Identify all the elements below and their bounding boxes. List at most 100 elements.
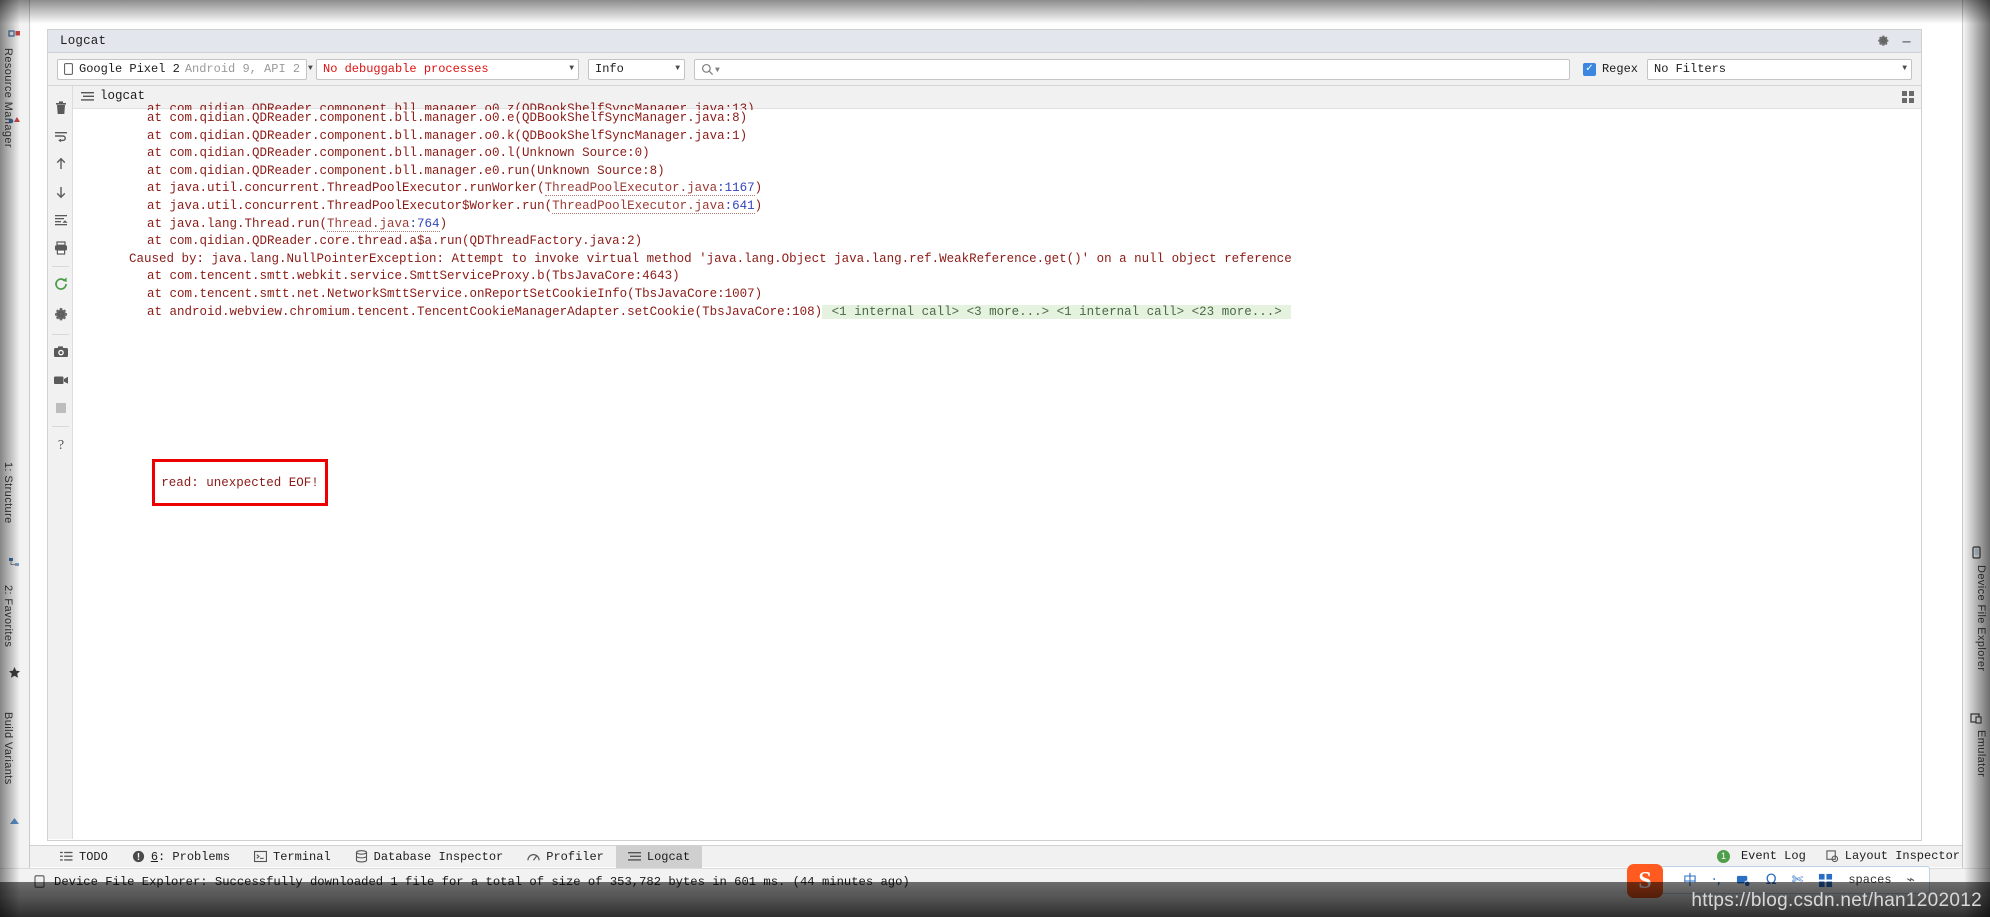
resource-manager-icon[interactable]	[8, 30, 21, 43]
restart-icon[interactable]	[53, 276, 69, 292]
event-log-button[interactable]: 1 Event Log	[1716, 845, 1806, 867]
sidebar-item-label: 2: Favorites	[2, 585, 14, 648]
logcat-toolbar: Google Pixel 2 Android 9, API 2 ▼ No deb…	[48, 53, 1921, 86]
sidebar-item-label: 1: Structure	[2, 462, 14, 524]
bottom-tab-6-problems[interactable]: 6: Problems	[120, 846, 242, 868]
event-log-label: Event Log	[1740, 849, 1806, 863]
log-line: at com.qidian.QDReader.component.bll.man…	[147, 128, 748, 143]
collapse-icon[interactable]	[53, 212, 69, 228]
right-tool-strip: Device File Explorer Emulator	[1962, 0, 1990, 885]
regex-checkbox[interactable]: ✓	[1582, 62, 1596, 76]
scroll-up-icon[interactable]	[53, 156, 69, 172]
bottom-tab-label: Terminal	[273, 849, 331, 864]
sidebar-item-structure[interactable]: 1: Structure	[2, 462, 14, 524]
logcat-icon	[81, 91, 94, 102]
svg-text:?: ?	[58, 438, 64, 452]
device-name: Google Pixel 2	[79, 62, 180, 76]
log-line: at com.tencent.smtt.net.NetworkSmttServi…	[147, 286, 763, 301]
favorites-star-icon[interactable]	[8, 666, 21, 679]
emulator-icon[interactable]	[1970, 712, 1983, 725]
search-input[interactable]: ▼	[694, 58, 1570, 80]
sidebar-item-label: Device File Explorer	[1975, 565, 1987, 672]
ime-mode-toggle[interactable]: 中	[1683, 870, 1697, 890]
log-line: at com.qidian.QDReader.component.bll.man…	[147, 102, 755, 110]
keyboard-icon[interactable]	[1818, 873, 1833, 888]
ime-punctuation-toggle[interactable]: ·,	[1712, 872, 1721, 888]
device-selector[interactable]: Google Pixel 2 Android 9, API 2 ▼	[57, 58, 313, 80]
settings-icon[interactable]	[53, 306, 69, 322]
search-dropdown-icon[interactable]: ▼	[715, 66, 720, 75]
structure-glyph-icon[interactable]	[8, 112, 21, 125]
bottom-tab-label: 6: Problems	[150, 849, 231, 864]
eof-annotation-text: read: unexpected EOF!	[161, 475, 319, 490]
device-api: Android 9, API 2	[184, 62, 301, 76]
screen-record-icon[interactable]	[53, 372, 69, 388]
sidebar-item-label: Build Variants	[2, 712, 14, 785]
logcat-body: ? logcat at com.qidian.QDReader.componen…	[48, 86, 1921, 839]
bottom-tab-database-inspector[interactable]: Database Inspector	[343, 846, 516, 868]
logcat-action-rail: ?	[48, 86, 73, 839]
omega-symbol-icon[interactable]: Ω	[1766, 872, 1777, 888]
build-variants-icon[interactable]	[8, 815, 21, 828]
scroll-down-icon[interactable]	[53, 184, 69, 200]
database-icon	[355, 850, 368, 863]
ime-lock-icon[interactable]: ⌁	[1907, 872, 1915, 888]
stacktrace-link[interactable]: ThreadPoolExecutor.java:1167	[544, 181, 755, 197]
bottom-tab-label: Profiler	[546, 849, 604, 864]
folded-frames-badge[interactable]: <1 internal call> <3 more...> <1 interna…	[822, 304, 1292, 319]
scissors-icon[interactable]: ✄	[1792, 872, 1804, 888]
chevron-down-icon: ▼	[569, 64, 574, 73]
regex-label: Regex	[1601, 62, 1638, 76]
log-line: at java.util.concurrent.ThreadPoolExecut…	[147, 198, 763, 214]
regex-toggle[interactable]: ✓ Regex	[1582, 62, 1638, 76]
bottom-tab-label: Logcat	[646, 849, 691, 864]
filter-selector[interactable]: No Filters ▼	[1647, 58, 1912, 80]
sogou-logo-icon[interactable]: S	[1627, 864, 1663, 898]
sidebar-item-build-variants[interactable]: Build Variants	[2, 712, 14, 785]
clear-logcat-icon[interactable]	[53, 100, 69, 116]
process-selector[interactable]: No debuggable processes ▼	[316, 58, 579, 80]
logcat-icon	[627, 851, 641, 862]
log-level-selector[interactable]: Info ▼	[588, 58, 685, 80]
stacktrace-link[interactable]: ThreadPoolExecutor.java:641	[552, 198, 755, 214]
sidebar-item-favorites[interactable]: 2: Favorites	[2, 585, 14, 647]
structure-icon[interactable]	[8, 556, 21, 569]
logcat-tool-window: Logcat Google Pixel 2 Android 9, API 2 ▼…	[47, 29, 1922, 841]
bottom-tool-tabbar: TODO 6: Problems Terminal Database Inspecto…	[30, 845, 1962, 868]
logcat-output-pane[interactable]: logcat at com.qidian.QDReader.component.…	[73, 86, 1921, 839]
minimize-icon[interactable]	[1900, 34, 1913, 47]
sidebar-item-resource-manager[interactable]: Resource Manager	[2, 48, 14, 148]
stop-icon[interactable]	[53, 400, 69, 416]
sidebar-item-device-file-explorer[interactable]: Device File Explorer	[1975, 565, 1987, 671]
todo-icon	[60, 850, 73, 863]
bottom-tab-terminal[interactable]: Terminal	[242, 846, 343, 868]
bottom-tab-todo[interactable]: TODO	[48, 846, 120, 868]
layout-inspector-button[interactable]: Layout Inspector	[1826, 845, 1960, 867]
sidebar-item-emulator[interactable]: Emulator	[1975, 730, 1987, 777]
phone-icon	[64, 63, 73, 75]
bottom-tab-logcat[interactable]: Logcat	[615, 845, 703, 868]
soft-wrap-icon[interactable]	[53, 128, 69, 144]
bottom-tab-label: Database Inspector	[373, 849, 504, 864]
chevron-down-icon: ▼	[675, 64, 680, 73]
filter-label: No Filters	[1654, 62, 1727, 76]
log-line-caused-by: Caused by: java.lang.NullPointerExceptio…	[129, 251, 1292, 266]
page-title: Logcat	[60, 34, 107, 48]
chevron-down-icon: ▼	[1902, 64, 1907, 73]
gear-icon[interactable]	[1877, 34, 1890, 47]
bottom-tab-profiler[interactable]: Profiler	[515, 846, 616, 868]
input-method-icon[interactable]	[1736, 873, 1751, 888]
device-file-explorer-icon[interactable]	[1970, 546, 1983, 559]
screenshot-icon[interactable]	[53, 344, 69, 360]
left-tool-strip: Resource Manager 1: Structure 2: Favorit…	[0, 0, 30, 885]
log-line: at com.tencent.smtt.webkit.service.SmttS…	[147, 269, 680, 284]
process-label: No debuggable processes	[323, 62, 489, 76]
log-line: at com.qidian.QDReader.component.bll.man…	[147, 111, 748, 125]
problems-icon	[132, 850, 145, 863]
stacktrace-link[interactable]: Thread.java:764	[327, 216, 440, 232]
help-icon[interactable]: ?	[53, 436, 69, 452]
log-line: at java.util.concurrent.ThreadPoolExecut…	[147, 181, 763, 197]
logcat-window-header: Logcat	[48, 30, 1921, 53]
print-icon[interactable]	[53, 240, 69, 256]
device-file-explorer-icon	[34, 875, 45, 888]
